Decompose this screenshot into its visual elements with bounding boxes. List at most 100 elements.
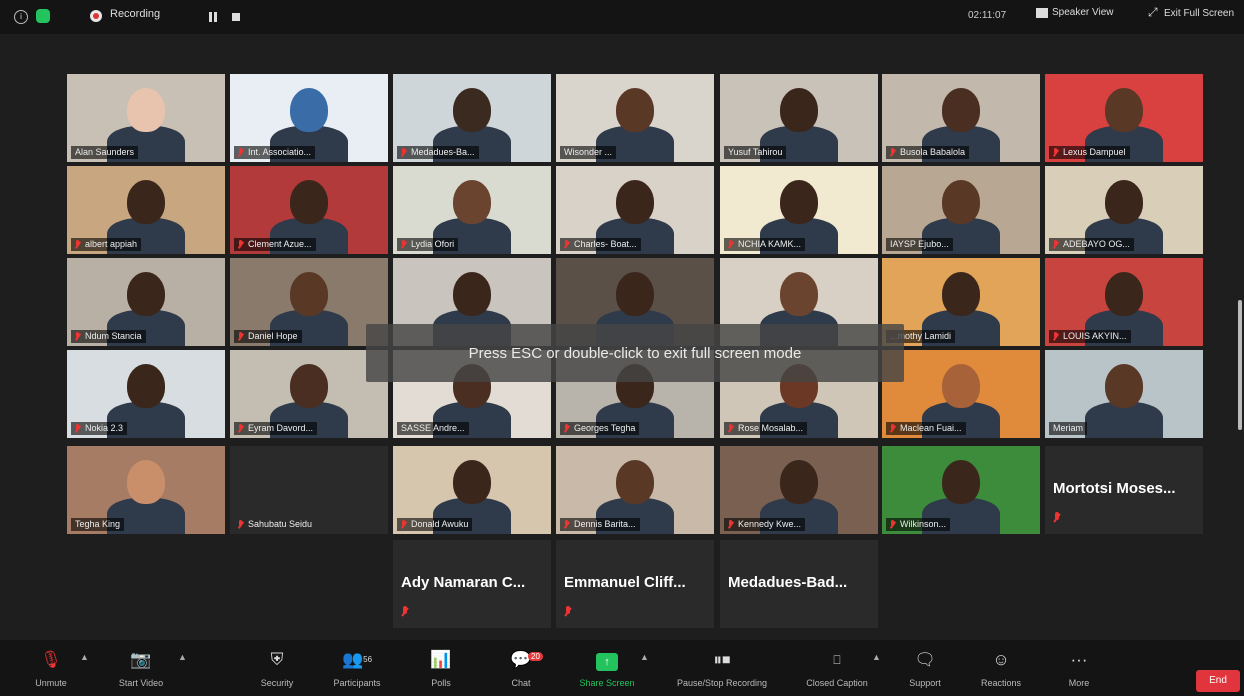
- shield-icon[interactable]: [36, 9, 50, 23]
- participant-head: [616, 88, 654, 132]
- participant-name-text: IAYSP Ejubo...: [890, 239, 949, 249]
- participant-name: ADEBAYO OG...: [1049, 238, 1134, 251]
- participant-tile[interactable]: Donald Awuku: [393, 446, 551, 534]
- participant-tile[interactable]: IAYSP Ejubo...: [882, 166, 1040, 254]
- participant-tile[interactable]: Maclean Fuai...: [882, 350, 1040, 438]
- participant-tile[interactable]: Mortotsi Moses...: [1045, 446, 1203, 534]
- muted-icon: [563, 240, 570, 249]
- participant-name: albert appiah: [71, 238, 142, 251]
- closed-caption-button[interactable]: ⎕ Closed Caption: [792, 648, 882, 688]
- share-options-caret[interactable]: ▲: [640, 652, 649, 662]
- participant-head: [616, 272, 654, 316]
- participant-name: Lexus Dampuel: [1049, 146, 1130, 159]
- participant-tile[interactable]: Medadues-Bad...: [720, 540, 878, 628]
- participant-head: [127, 180, 165, 224]
- toast-text: Press ESC or double-click to exit full s…: [468, 345, 802, 362]
- participant-tile[interactable]: Tegha King: [67, 446, 225, 534]
- participant-name: LOUIS AKYIN...: [1049, 330, 1131, 343]
- participant-name: Mortotsi Moses...: [1053, 480, 1176, 497]
- participant-tile[interactable]: Lexus Dampuel: [1045, 74, 1203, 162]
- participant-head: [942, 460, 980, 504]
- participant-tile[interactable]: Wilkinson...: [882, 446, 1040, 534]
- security-button[interactable]: ⛨ Security: [232, 648, 322, 688]
- participant-tile[interactable]: LOUIS AKYIN...: [1045, 258, 1203, 346]
- muted-icon: [74, 332, 81, 341]
- participant-name-text: Int. Associatio...: [248, 147, 312, 157]
- participant-tile[interactable]: Ndum Stancia: [67, 258, 225, 346]
- participant-name-text: Maclean Fuai...: [900, 423, 962, 433]
- participant-head: [1105, 272, 1143, 316]
- stop-recording-icon[interactable]: [232, 13, 240, 21]
- participant-head: [127, 88, 165, 132]
- participant-tile[interactable]: Yusuf Tahirou: [720, 74, 878, 162]
- participant-name: Georges Tegha: [560, 422, 640, 435]
- participant-tile[interactable]: Charles- Boat...: [556, 166, 714, 254]
- participant-tile[interactable]: Ady Namaran C...: [393, 540, 551, 628]
- info-icon[interactable]: i: [14, 10, 28, 24]
- pause-recording-icon[interactable]: [208, 12, 218, 22]
- participant-tile[interactable]: Busola Babalola: [882, 74, 1040, 162]
- participant-tile[interactable]: albert appiah: [67, 166, 225, 254]
- participant-head: [780, 180, 818, 224]
- participant-name: Int. Associatio...: [234, 146, 316, 159]
- participant-head: [616, 460, 654, 504]
- pause-stop-recording-button[interactable]: ⏸⏹ Pause/Stop Recording: [664, 648, 780, 688]
- participant-head: [453, 180, 491, 224]
- exit-full-screen-button[interactable]: Exit Full Screen: [1148, 5, 1235, 20]
- chat-icon: 💬: [510, 650, 532, 669]
- muted-icon: [564, 606, 572, 618]
- participant-name-text: Georges Tegha: [574, 423, 636, 433]
- participant-tile[interactable]: Daniel Hope: [230, 258, 388, 346]
- participant-name: Kennedy Kwe...: [724, 518, 806, 531]
- participant-head: [453, 88, 491, 132]
- participant-name-text: Eyram Davord...: [248, 423, 314, 433]
- participant-tile[interactable]: Sahubatu Seidu: [230, 446, 388, 534]
- participant-tile[interactable]: Lydia Ofori: [393, 166, 551, 254]
- participant-tile[interactable]: Meriam: [1045, 350, 1203, 438]
- participant-head: [290, 364, 328, 408]
- participant-name-text: Lydia Ofori: [411, 239, 455, 249]
- participant-tile[interactable]: Eyram Davord...: [230, 350, 388, 438]
- participant-name: Charles- Boat...: [560, 238, 641, 251]
- share-screen-button[interactable]: ↑ Share Screen: [562, 648, 652, 688]
- participant-tile[interactable]: ...mothy Lamidi: [882, 258, 1040, 346]
- reactions-button[interactable]: ☺ Reactions: [956, 648, 1046, 688]
- participant-name-text: Donald Awuku: [411, 519, 469, 529]
- polls-button[interactable]: 📊 Polls: [396, 648, 486, 688]
- participant-name: Medadues-Bad...: [728, 574, 848, 591]
- participant-head: [942, 180, 980, 224]
- participant-tile[interactable]: Emmanuel Cliff...: [556, 540, 714, 628]
- muted-icon: [400, 520, 407, 529]
- participant-tile[interactable]: Clement Azue...: [230, 166, 388, 254]
- more-button[interactable]: ··· More: [1034, 648, 1124, 688]
- participants-icon: 👥56: [341, 650, 373, 669]
- muted-icon: [727, 520, 734, 529]
- participant-tile[interactable]: ADEBAYO OG...: [1045, 166, 1203, 254]
- video-options-caret[interactable]: ▲: [178, 652, 187, 662]
- participant-head: [942, 364, 980, 408]
- participants-button[interactable]: 👥56 Participants: [312, 648, 402, 688]
- end-meeting-button[interactable]: End: [1196, 670, 1240, 692]
- chat-button[interactable]: 💬 20 Chat: [476, 648, 566, 688]
- participant-name-text: Wilkinson...: [900, 519, 947, 529]
- exit-full-screen-label: Exit Full Screen: [1164, 7, 1235, 19]
- participant-name: Ady Namaran C...: [401, 574, 526, 591]
- participant-name-text: Meriam: [1053, 423, 1084, 433]
- participant-tile[interactable]: Dennis Barita...: [556, 446, 714, 534]
- participant-tile[interactable]: Alan Saunders: [67, 74, 225, 162]
- scroll-handle[interactable]: [1238, 300, 1242, 430]
- participant-tile[interactable]: NCHIA KAMK...: [720, 166, 878, 254]
- audio-options-caret[interactable]: ▲: [80, 652, 89, 662]
- pause-stop-icon: ⏸⏹: [713, 650, 731, 669]
- participant-tile[interactable]: Nokia 2.3: [67, 350, 225, 438]
- participant-tile[interactable]: Medadues-Ba...: [393, 74, 551, 162]
- speaker-view-button[interactable]: Speaker View: [1036, 7, 1114, 18]
- participant-tile[interactable]: Kennedy Kwe...: [720, 446, 878, 534]
- chat-unread-badge: 20: [528, 652, 543, 661]
- start-video-button[interactable]: 📷 Start Video: [96, 648, 186, 688]
- participant-tile[interactable]: Wisonder ...: [556, 74, 714, 162]
- participant-name: Wilkinson...: [886, 518, 951, 531]
- muted-icon: [1053, 512, 1061, 524]
- participant-tile[interactable]: Int. Associatio...: [230, 74, 388, 162]
- participant-name: SASSE Andre...: [397, 422, 469, 435]
